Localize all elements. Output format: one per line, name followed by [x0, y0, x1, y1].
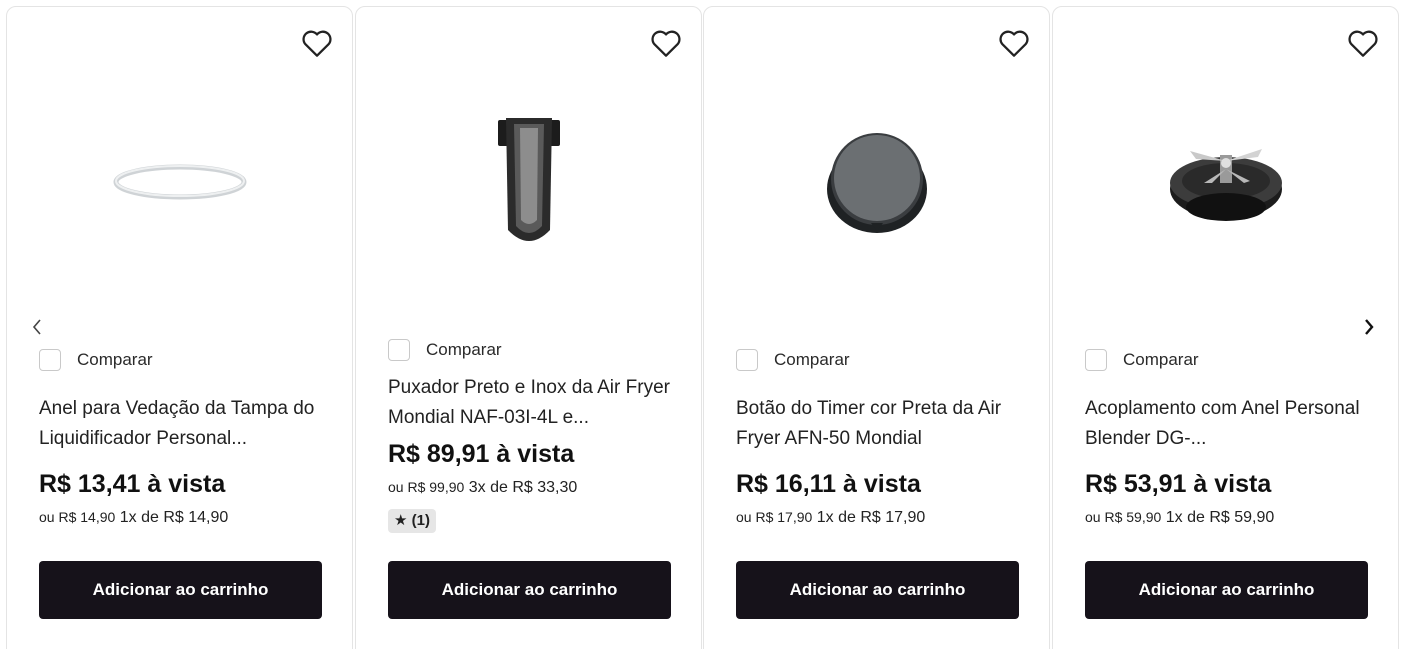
blade-coupling-icon	[1169, 149, 1282, 221]
compare-checkbox[interactable]	[388, 339, 410, 361]
installment-plan: 3x de R$ 33,30	[464, 479, 578, 496]
product-info: Comparar Acoplamento com Anel Personal B…	[1085, 346, 1368, 529]
product-image[interactable]	[7, 47, 352, 317]
product-title[interactable]: Puxador Preto e Inox da Air Fryer Mondia…	[388, 373, 671, 433]
compare-label: Comparar	[774, 350, 850, 369]
installment-info: ou R$ 14,90 1x de R$ 14,90	[39, 506, 322, 529]
product-info: Comparar Puxador Preto e Inox da Air Fry…	[388, 336, 671, 533]
add-to-cart-button[interactable]: Adicionar ao carrinho	[736, 561, 1019, 619]
installment-plan: 1x de R$ 17,90	[812, 509, 926, 526]
compare-toggle[interactable]: Comparar	[388, 336, 671, 364]
chevron-left-icon[interactable]	[26, 314, 48, 340]
product-price: R$ 16,11 à vista	[736, 470, 921, 498]
product-image[interactable]	[704, 47, 1049, 317]
compare-label: Comparar	[426, 340, 502, 359]
compare-toggle[interactable]: Comparar	[39, 346, 322, 374]
product-card[interactable]: Comparar Anel para Vedação da Tampa do L…	[6, 6, 353, 649]
compare-label: Comparar	[1123, 350, 1199, 369]
handle-icon	[497, 118, 560, 241]
compare-label: Comparar	[77, 350, 153, 369]
timer-knob-icon	[826, 133, 927, 233]
installment-full-price: ou R$ 14,90	[39, 509, 116, 525]
rubber-ring-icon	[113, 164, 246, 200]
add-to-cart-button[interactable]: Adicionar ao carrinho	[1085, 561, 1368, 619]
compare-checkbox[interactable]	[736, 349, 758, 371]
rating-badge[interactable]: ★ (1)	[388, 509, 436, 533]
installment-info: ou R$ 59,90 1x de R$ 59,90	[1085, 506, 1368, 529]
product-title[interactable]: Anel para Vedação da Tampa do Liquidific…	[39, 394, 322, 454]
installment-info: ou R$ 17,90 1x de R$ 17,90	[736, 506, 1019, 529]
product-info: Comparar Anel para Vedação da Tampa do L…	[39, 346, 322, 529]
product-image[interactable]	[356, 47, 701, 317]
installment-full-price: ou R$ 59,90	[1085, 509, 1162, 525]
installment-plan: 1x de R$ 14,90	[115, 509, 229, 526]
installment-full-price: ou R$ 17,90	[736, 509, 813, 525]
product-price: R$ 53,91 à vista	[1085, 470, 1272, 498]
compare-checkbox[interactable]	[39, 349, 61, 371]
product-info: Comparar Botão do Timer cor Preta da Air…	[736, 346, 1019, 529]
compare-toggle[interactable]: Comparar	[736, 346, 1019, 374]
product-price: R$ 13,41 à vista	[39, 470, 226, 498]
product-image[interactable]	[1053, 47, 1398, 317]
installment-info: ou R$ 99,90 3x de R$ 33,30	[388, 476, 671, 499]
product-carousel: Comparar Anel para Vedação da Tampa do L…	[0, 0, 1404, 649]
chevron-right-icon[interactable]	[1358, 314, 1380, 340]
product-title[interactable]: Acoplamento com Anel Personal Blender DG…	[1085, 394, 1368, 454]
installment-full-price: ou R$ 99,90	[388, 479, 465, 495]
installment-plan: 1x de R$ 59,90	[1161, 509, 1275, 526]
add-to-cart-button[interactable]: Adicionar ao carrinho	[388, 561, 671, 619]
compare-toggle[interactable]: Comparar	[1085, 346, 1368, 374]
product-price: R$ 89,91 à vista	[388, 440, 575, 468]
add-to-cart-button[interactable]: Adicionar ao carrinho	[39, 561, 322, 619]
product-card[interactable]: Comparar Acoplamento com Anel Personal B…	[1052, 6, 1399, 649]
product-card[interactable]: Comparar Puxador Preto e Inox da Air Fry…	[355, 6, 702, 649]
compare-checkbox[interactable]	[1085, 349, 1107, 371]
product-title[interactable]: Botão do Timer cor Preta da Air Fryer AF…	[736, 394, 1019, 454]
product-card[interactable]: Comparar Botão do Timer cor Preta da Air…	[703, 6, 1050, 649]
